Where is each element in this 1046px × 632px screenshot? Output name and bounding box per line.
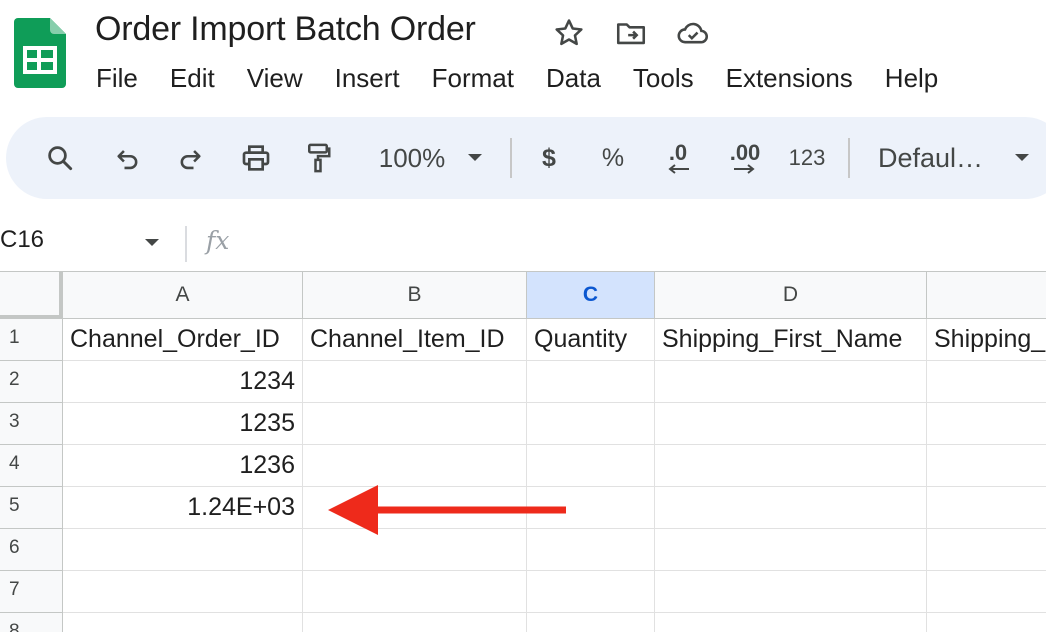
cell-d4[interactable]: [655, 445, 927, 487]
annotation-arrow: [326, 482, 570, 538]
select-all-corner[interactable]: [0, 272, 63, 319]
zoom-dropdown-icon[interactable]: [462, 117, 488, 199]
menu-help[interactable]: Help: [885, 63, 938, 94]
increase-decimal-button[interactable]: .00: [720, 117, 770, 199]
cell-e5[interactable]: [927, 487, 1046, 529]
document-title[interactable]: Order Import Batch Order: [95, 10, 476, 49]
cell-a3[interactable]: 1235: [63, 403, 303, 445]
cloud-saved-icon[interactable]: [676, 16, 710, 50]
cell-d7[interactable]: [655, 571, 927, 613]
menu-view[interactable]: View: [247, 63, 303, 94]
cell-c7[interactable]: [527, 571, 655, 613]
decrease-decimal-label: .0: [668, 140, 688, 165]
arrow-left-icon: [668, 164, 689, 174]
redo-icon[interactable]: [170, 117, 210, 199]
toolbar-divider: [848, 138, 850, 178]
spreadsheet-grid: A B C D 1 2 3 4 5 6 7 8 Channel_Order_ID…: [0, 271, 1046, 632]
column-header-d[interactable]: D: [655, 272, 927, 319]
menu-data[interactable]: Data: [546, 63, 601, 94]
function-icon: fx: [206, 226, 230, 255]
menu-extensions[interactable]: Extensions: [726, 63, 853, 94]
decrease-decimal-button[interactable]: .0: [656, 117, 700, 199]
name-box[interactable]: C16: [0, 226, 44, 254]
row-header-3[interactable]: 3: [0, 403, 63, 445]
column-header-c[interactable]: C: [527, 272, 655, 319]
menu-tools[interactable]: Tools: [633, 63, 694, 94]
cell-d8[interactable]: [655, 613, 927, 632]
cell-a4[interactable]: 1236: [63, 445, 303, 487]
zoom-select[interactable]: 100%: [364, 117, 460, 199]
column-header-a[interactable]: A: [63, 272, 303, 319]
cell-b2[interactable]: [303, 361, 527, 403]
cell-e4[interactable]: [927, 445, 1046, 487]
menu-edit[interactable]: Edit: [170, 63, 215, 94]
row-header-6[interactable]: 6: [0, 529, 63, 571]
column-header-b[interactable]: B: [303, 272, 527, 319]
cell-b8[interactable]: [303, 613, 527, 632]
cell-c1[interactable]: Quantity: [527, 319, 655, 361]
cell-a5[interactable]: 1.24E+03: [63, 487, 303, 529]
cell-c3[interactable]: [527, 403, 655, 445]
row-header-5[interactable]: 5: [0, 487, 63, 529]
toolbar-divider: [510, 138, 512, 178]
row-header-4[interactable]: 4: [0, 445, 63, 487]
star-icon[interactable]: [552, 16, 586, 50]
search-icon[interactable]: [40, 117, 80, 199]
menu-format[interactable]: Format: [432, 63, 514, 94]
cell-b4[interactable]: [303, 445, 527, 487]
formula-bar-divider: [185, 226, 187, 262]
more-formats-button[interactable]: 123: [784, 117, 830, 199]
font-select[interactable]: Defaul…: [878, 117, 992, 199]
cell-d2[interactable]: [655, 361, 927, 403]
sheets-logo-icon[interactable]: [14, 18, 66, 88]
cell-e3[interactable]: [927, 403, 1046, 445]
row-header-2[interactable]: 2: [0, 361, 63, 403]
arrow-right-icon: [734, 164, 755, 174]
cell-e7[interactable]: [927, 571, 1046, 613]
print-icon[interactable]: [234, 117, 278, 199]
increase-decimal-label: .00: [729, 140, 761, 165]
cell-a1[interactable]: Channel_Order_ID: [63, 319, 303, 361]
cell-b1[interactable]: Channel_Item_ID: [303, 319, 527, 361]
cell-c2[interactable]: [527, 361, 655, 403]
menu-insert[interactable]: Insert: [335, 63, 400, 94]
cell-d1[interactable]: Shipping_First_Name: [655, 319, 927, 361]
cell-d5[interactable]: [655, 487, 927, 529]
row-header-7[interactable]: 7: [0, 571, 63, 613]
row-header-8[interactable]: 8: [0, 613, 63, 632]
move-to-folder-icon[interactable]: [614, 16, 648, 50]
cell-e8[interactable]: [927, 613, 1046, 632]
cell-e6[interactable]: [927, 529, 1046, 571]
cell-a2[interactable]: 1234: [63, 361, 303, 403]
cell-d6[interactable]: [655, 529, 927, 571]
font-dropdown-icon[interactable]: [1010, 117, 1034, 199]
undo-icon[interactable]: [108, 117, 148, 199]
cell-b3[interactable]: [303, 403, 527, 445]
cell-a7[interactable]: [63, 571, 303, 613]
row-header-1[interactable]: 1: [0, 319, 63, 361]
currency-format-button[interactable]: $: [534, 117, 564, 199]
cell-e2[interactable]: [927, 361, 1046, 403]
cell-d3[interactable]: [655, 403, 927, 445]
cell-c4[interactable]: [527, 445, 655, 487]
name-box-dropdown-icon[interactable]: [143, 236, 161, 254]
paint-format-icon[interactable]: [298, 117, 338, 199]
column-header-e[interactable]: [927, 272, 1046, 319]
toolbar: 100% $ % .0 .00 123 Defaul…: [6, 117, 1046, 199]
percent-format-button[interactable]: %: [596, 117, 630, 199]
cell-b7[interactable]: [303, 571, 527, 613]
menu-file[interactable]: File: [96, 63, 138, 94]
menu-bar: File Edit View Insert Format Data Tools …: [96, 63, 970, 94]
cell-e1[interactable]: Shipping_: [927, 319, 1046, 361]
cell-a8[interactable]: [63, 613, 303, 632]
cell-a6[interactable]: [63, 529, 303, 571]
cell-c8[interactable]: [527, 613, 655, 632]
